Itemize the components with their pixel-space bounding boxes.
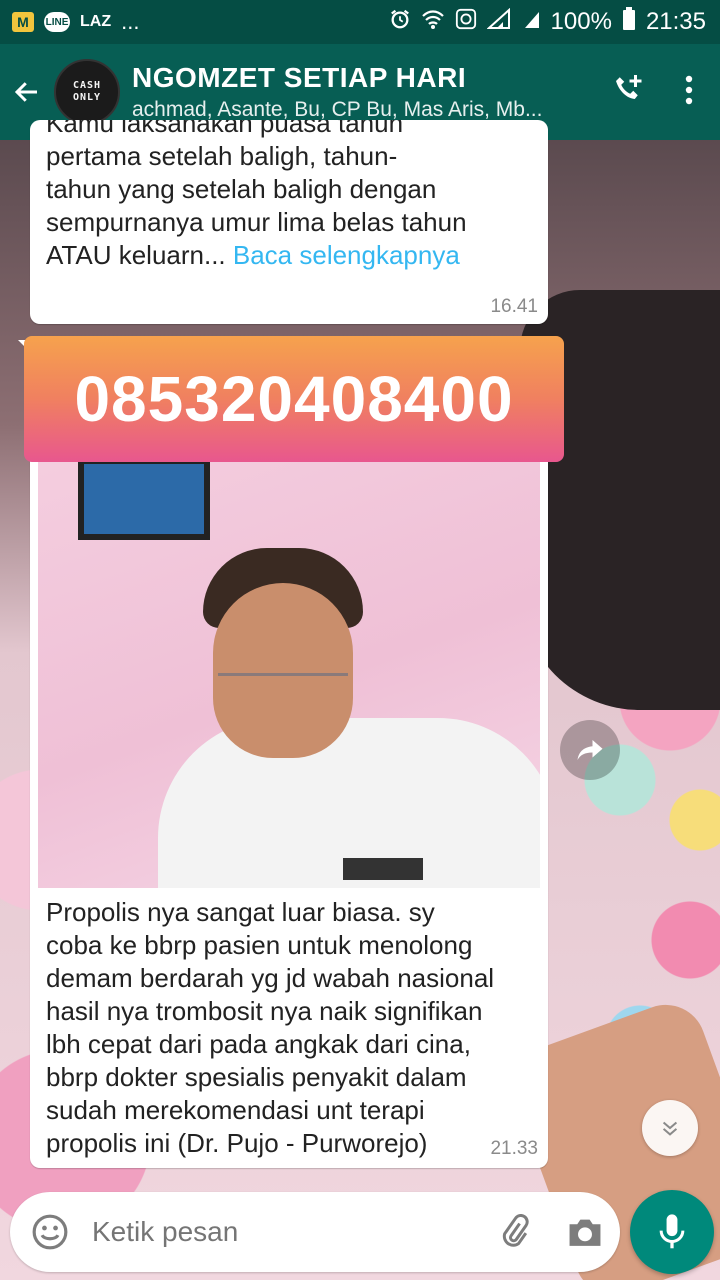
lazada-notification-icon: LAZ	[80, 13, 112, 30]
photo-name-tag	[343, 858, 423, 880]
more-options-button[interactable]	[684, 74, 694, 111]
message-line: tahun yang setelah baligh dengan	[46, 174, 437, 204]
caption-line: lbh cepat dari pada angkak dari cina,	[46, 1029, 471, 1059]
message-line: pertama setelah baligh, tahun-	[46, 141, 398, 171]
gmail-notification-icon: M	[12, 12, 34, 32]
data-saver-icon	[455, 8, 477, 37]
forward-button[interactable]	[560, 720, 620, 780]
scroll-to-bottom-button[interactable]	[642, 1100, 698, 1156]
signal-2-icon	[523, 8, 541, 37]
voice-message-button[interactable]	[630, 1190, 714, 1274]
image-message-bubble[interactable]: 085320408400 Propolis nya sangat luar bi…	[18, 336, 564, 1168]
emoji-icon	[32, 1214, 68, 1250]
clock: 21:35	[645, 8, 706, 35]
emoji-button[interactable]	[10, 1213, 90, 1251]
camera-button[interactable]	[550, 1215, 620, 1249]
alarm-icon	[389, 8, 411, 37]
message-line: ATAU keluarn... Baca selengkapnya	[46, 240, 460, 270]
message-time: 21.33	[490, 1138, 538, 1159]
line-notification-icon: LINE	[44, 12, 70, 32]
wifi-icon	[421, 8, 445, 37]
caption-line: coba ke bbrp pasien untuk menolong	[46, 930, 473, 960]
caption-line: demam berdarah yg jd wabah nasional	[46, 963, 495, 993]
more-vert-icon	[685, 75, 693, 104]
read-more-link[interactable]: Baca selengkapnya	[233, 240, 460, 270]
message-input[interactable]	[90, 1215, 480, 1249]
message-composer	[10, 1192, 620, 1272]
message-bubble[interactable]: Kamu laksanakan puasa tahun pertama sete…	[30, 120, 548, 324]
more-notifications: ...	[121, 9, 140, 34]
signal-icon	[485, 7, 513, 37]
photo-glasses	[218, 643, 348, 676]
message-text: Kamu laksanakan puasa tahun pertama sete…	[46, 120, 526, 272]
caption-line: bbrp dokter spesialis penyakit dalam	[46, 1062, 467, 1092]
battery-icon	[622, 6, 636, 38]
scroll-down-icon	[662, 1121, 678, 1136]
forward-icon	[577, 740, 603, 760]
back-arrow-icon	[14, 82, 37, 102]
caption-line: Propolis nya sangat luar biasa. sy	[46, 897, 435, 927]
attach-button[interactable]	[480, 1214, 550, 1250]
caption-line: sudah merekomendasi unt terapi	[46, 1095, 425, 1125]
group-avatar[interactable]: CASH ONLY	[54, 59, 120, 125]
group-title: NGOMZET SETIAP HARI	[132, 62, 467, 93]
phone-number-banner: 085320408400	[24, 336, 564, 462]
attach-icon	[502, 1214, 529, 1247]
avatar-text-1: CASH	[72, 80, 102, 91]
group-info[interactable]: NGOMZET SETIAP HARI achmad, Asante, Bu, …	[132, 62, 572, 122]
add-call-button[interactable]	[610, 72, 646, 113]
avatar-text-2: ONLY	[72, 92, 102, 103]
caption-line: propolis ini (Dr. Pujo - Purworejo)	[46, 1128, 428, 1158]
caption-line: hasil nya trombosit nya naik signifikan	[46, 996, 483, 1026]
banner-number: 085320408400	[74, 363, 514, 435]
photo-frame	[78, 458, 210, 540]
mic-icon	[659, 1214, 685, 1249]
message-partial-line: Kamu laksanakan puasa tahun	[46, 120, 404, 138]
message-line: sempurnanya umur lima belas tahun	[46, 207, 467, 237]
group-members: achmad, Asante, Bu, CP Bu, Mas Aris, Mb.…	[132, 98, 543, 121]
camera-icon	[569, 1219, 601, 1246]
message-time: 16.41	[490, 296, 538, 317]
add-call-icon	[616, 74, 642, 99]
message-caption: Propolis nya sangat luar biasa. sy coba …	[46, 896, 536, 1160]
battery-percent: 100%	[550, 8, 612, 35]
status-bar: M LINE LAZ ... 100% 21:35	[0, 0, 720, 44]
